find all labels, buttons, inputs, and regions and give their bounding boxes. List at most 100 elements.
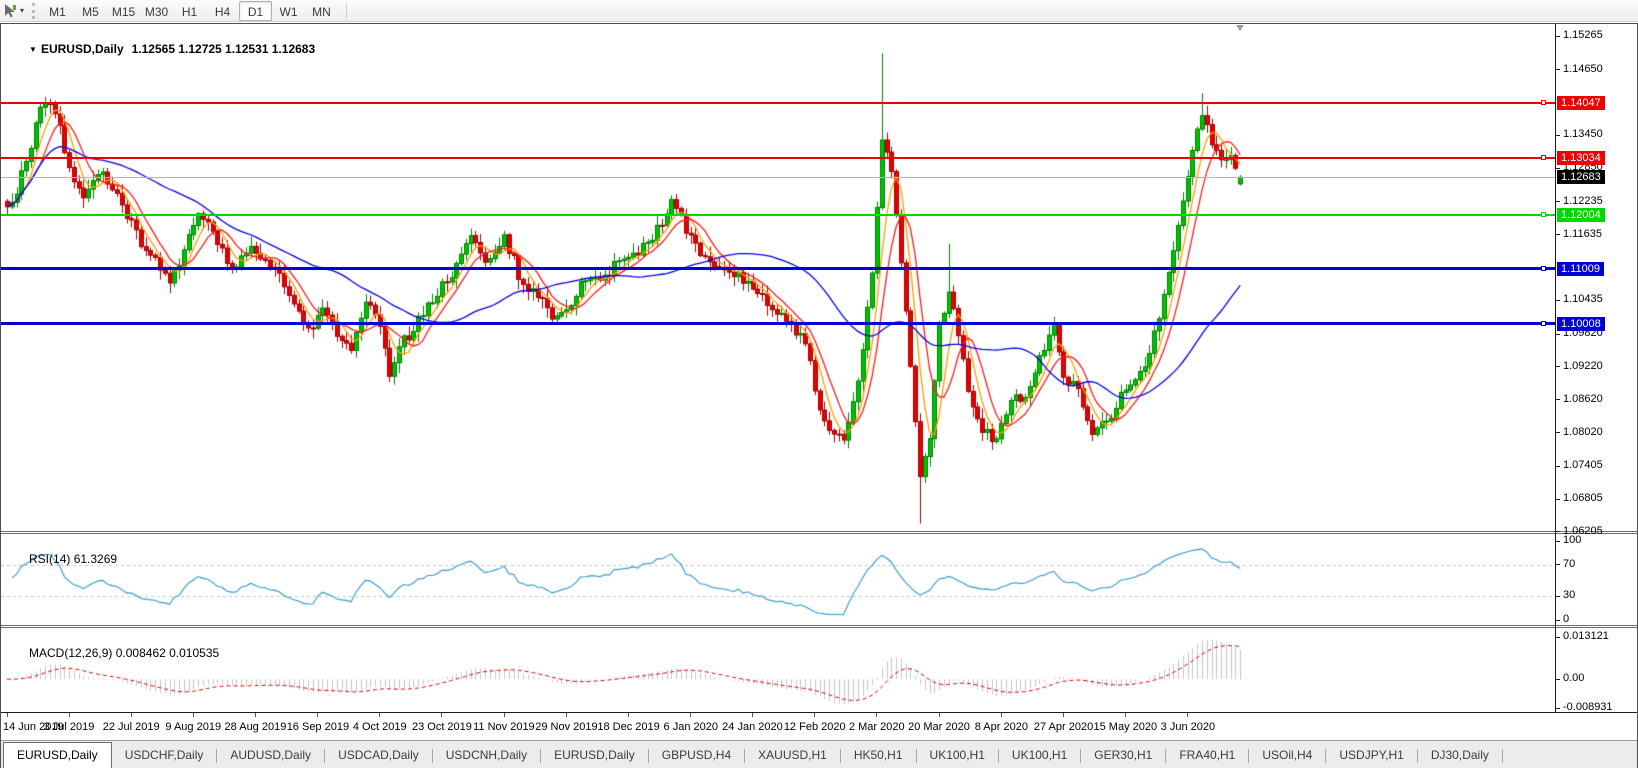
level-price-label: 1.11009 bbox=[1557, 261, 1604, 276]
rsi-indicator-pane: RSI(14) 61.3269 bbox=[1, 534, 1555, 625]
date-label: 20 Mar 2020 bbox=[908, 721, 970, 733]
time-axis-tick bbox=[1063, 713, 1064, 717]
line-drag-handle[interactable] bbox=[1541, 99, 1546, 105]
time-axis[interactable]: 14 Jun 2019 3 Jul 2019 22 Jul 2019 9 Aug 20… bbox=[1, 712, 1637, 740]
price-axis-label: 70 bbox=[1563, 557, 1576, 570]
time-axis-tick bbox=[814, 713, 815, 717]
timeframe-button-h4[interactable]: H4 bbox=[206, 1, 239, 21]
timeframe-button-m1[interactable]: M1 bbox=[41, 1, 74, 21]
date-label: 4 Oct 2019 bbox=[352, 721, 407, 733]
price-axis-label: 1.09220 bbox=[1563, 359, 1603, 372]
price-axis-label: 30 bbox=[1563, 589, 1576, 602]
timeframe-button-m30[interactable]: M30 bbox=[140, 1, 173, 21]
level-price-label: 1.14047 bbox=[1557, 95, 1605, 110]
collapse-triangle-icon[interactable]: ▼ bbox=[29, 45, 37, 54]
hline-support-1.11009[interactable] bbox=[1, 265, 1555, 271]
chart-tool-button[interactable]: ▾ bbox=[0, 3, 28, 19]
chart-shift-marker[interactable] bbox=[1236, 25, 1245, 31]
axis-tick bbox=[1556, 531, 1560, 532]
chart-tab-eurusd-daily-active[interactable]: EURUSD,Daily bbox=[3, 742, 112, 768]
hline-resistance-1.13034[interactable] bbox=[1, 155, 1555, 161]
timeframe-button-mn[interactable]: MN bbox=[305, 1, 338, 21]
time-axis-tick bbox=[939, 713, 940, 717]
chart-tab-usdcad-daily[interactable]: USDCAD,Daily bbox=[325, 744, 432, 768]
rsi-chart-canvas[interactable] bbox=[1, 534, 1555, 625]
time-axis-tick bbox=[193, 713, 194, 717]
axis-tick bbox=[1556, 564, 1560, 565]
chart-tab-fra40-h1[interactable]: FRA40,H1 bbox=[1166, 744, 1248, 768]
price-axis-label: 1.13450 bbox=[1563, 128, 1603, 141]
price-axis-label: 1.08620 bbox=[1563, 392, 1603, 405]
chart-tab-uk100-h1[interactable]: UK100,H1 bbox=[917, 744, 998, 768]
chart-tab-audusd-daily[interactable]: AUDUSD,Daily bbox=[217, 744, 324, 768]
chart-tab-ger30-h1[interactable]: GER30,H1 bbox=[1081, 744, 1165, 768]
chart-tab-usdjpy-h1[interactable]: USDJPY,H1 bbox=[1326, 744, 1416, 768]
chart-tab-dj30-daily[interactable]: DJ30,Daily bbox=[1418, 744, 1502, 768]
chart-title: ▼ EURUSD,Daily 1.12565 1.12725 1.12531 1.1… bbox=[9, 28, 315, 70]
time-axis-tick bbox=[504, 713, 505, 717]
axis-tick bbox=[1556, 499, 1560, 500]
symbol-period-label: EURUSD,Daily bbox=[40, 42, 124, 56]
toolbar-grip[interactable] bbox=[32, 2, 36, 19]
hline-support-1.10008[interactable] bbox=[1, 320, 1555, 326]
chart-tab-gbpusd-h4[interactable]: GBPUSD,H4 bbox=[649, 744, 744, 768]
date-label: 16 Sep 2019 bbox=[286, 721, 350, 733]
line-drag-handle[interactable] bbox=[1541, 265, 1546, 271]
axis-tick bbox=[1556, 399, 1560, 400]
time-axis-tick bbox=[1125, 713, 1126, 717]
time-axis-tick bbox=[566, 713, 567, 717]
candlestick-chart-canvas[interactable] bbox=[1, 24, 1555, 531]
time-axis-tick bbox=[7, 713, 8, 717]
timeframe-button-m15[interactable]: M15 bbox=[107, 1, 140, 21]
chart-tab-usoil-h4[interactable]: USOil,H4 bbox=[1249, 744, 1325, 768]
top-toolbar: ▾ M1 M5 M15 M30 H1 H4 D1 W1 MN bbox=[0, 0, 1638, 22]
chart-tab-eurusd-daily[interactable]: EURUSD,Daily bbox=[541, 744, 648, 768]
time-axis-tick bbox=[1187, 713, 1188, 717]
axis-tick bbox=[1556, 466, 1560, 467]
price-axis-label: 1.06805 bbox=[1563, 492, 1603, 505]
time-axis-tick bbox=[441, 713, 442, 717]
date-label: 2 Mar 2020 bbox=[848, 721, 905, 733]
line-drag-handle[interactable] bbox=[1541, 155, 1546, 161]
date-label: 11 Nov 2019 bbox=[473, 721, 535, 733]
time-axis-tick bbox=[317, 713, 318, 717]
axis-tick bbox=[1556, 334, 1560, 335]
cursor-tool-icon bbox=[5, 3, 16, 17]
chart-tab-uk100-h1[interactable]: UK100,H1 bbox=[999, 744, 1080, 768]
chart-tab-xauusd-h1[interactable]: XAUUSD,H1 bbox=[745, 744, 840, 768]
date-label: 24 Jan 2020 bbox=[722, 721, 783, 733]
hline-resistance-1.14047[interactable] bbox=[1, 99, 1555, 105]
rsi-name-label: RSI(14) bbox=[29, 552, 71, 566]
time-axis-tick bbox=[752, 713, 753, 717]
toolbar-separator bbox=[346, 2, 348, 19]
macd-indicator-pane: MACD(12,26,9) 0.008462 0.010535 bbox=[1, 628, 1555, 712]
axis-tick bbox=[1556, 596, 1560, 597]
macd-chart-canvas[interactable] bbox=[1, 628, 1555, 712]
timeframe-button-w1[interactable]: W1 bbox=[272, 1, 305, 21]
price-axis-label: 1.10435 bbox=[1563, 293, 1603, 306]
axis-tick bbox=[1556, 234, 1560, 235]
price-axis[interactable]: 1.15265 1.14650 1.13450 1.12850 1.12235 1.116… bbox=[1556, 24, 1637, 713]
hline-support-1.12004[interactable] bbox=[1, 211, 1555, 217]
timeframe-button-m5[interactable]: M5 bbox=[74, 1, 107, 21]
axis-tick bbox=[1556, 637, 1560, 638]
axis-tick bbox=[1556, 679, 1560, 680]
timeframe-button-h1[interactable]: H1 bbox=[173, 1, 206, 21]
time-axis-tick bbox=[876, 713, 877, 717]
macd-values: 0.008462 0.010535 bbox=[115, 646, 220, 660]
level-price-label: 1.13034 bbox=[1557, 151, 1605, 166]
timeframe-button-group: M1 M5 M15 M30 H1 H4 D1 W1 MN bbox=[41, 0, 338, 21]
rsi-title: RSI(14) 61.3269 bbox=[9, 538, 117, 580]
price-axis-label: 1.15265 bbox=[1563, 29, 1603, 41]
date-label: 6 Jan 2020 bbox=[663, 721, 718, 733]
timeframe-button-d1[interactable]: D1 bbox=[239, 0, 273, 21]
time-axis-tick bbox=[379, 713, 380, 717]
chart-tab-usdchf-daily[interactable]: USDCHF,Daily bbox=[112, 744, 217, 768]
level-price-label: 1.12004 bbox=[1557, 207, 1605, 222]
chart-tab-usdcnh-daily[interactable]: USDCNH,Daily bbox=[433, 744, 540, 768]
line-drag-handle[interactable] bbox=[1541, 211, 1546, 217]
axis-tick bbox=[1556, 135, 1560, 136]
chart-tab-hk50-h1[interactable]: HK50,H1 bbox=[841, 744, 916, 768]
line-drag-handle[interactable] bbox=[1541, 320, 1546, 326]
axis-tick bbox=[1556, 366, 1560, 367]
